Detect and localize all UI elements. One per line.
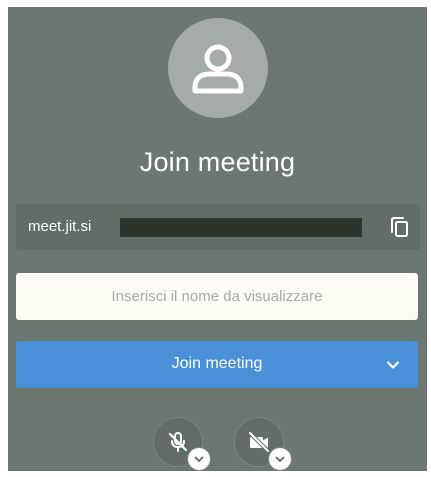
avatar [168, 18, 268, 118]
microphone-options-button[interactable] [188, 448, 210, 470]
page-title: Join meeting [139, 147, 296, 177]
microphone-off-icon [168, 432, 188, 452]
chevron-down-icon [275, 456, 285, 462]
chevron-down-icon [194, 456, 204, 462]
camera-toggle-button[interactable] [234, 417, 291, 470]
camera-off-icon [248, 431, 270, 453]
meeting-url-text: meet.jit.si [28, 218, 92, 235]
camera-options-button[interactable] [269, 448, 291, 470]
join-meeting-label: Join meeting [171, 355, 263, 372]
prejoin-panel: Join meeting meet.jit.si Join meeting [8, 7, 427, 471]
microphone-toggle-button[interactable] [153, 417, 210, 470]
redacted-url-part [120, 218, 362, 237]
chevron-down-icon[interactable] [384, 356, 402, 374]
user-icon [192, 44, 244, 94]
display-name-input[interactable] [16, 273, 418, 320]
meeting-url-row: meet.jit.si [16, 204, 420, 250]
join-meeting-button[interactable]: Join meeting [16, 341, 418, 388]
copy-icon[interactable] [388, 215, 412, 239]
